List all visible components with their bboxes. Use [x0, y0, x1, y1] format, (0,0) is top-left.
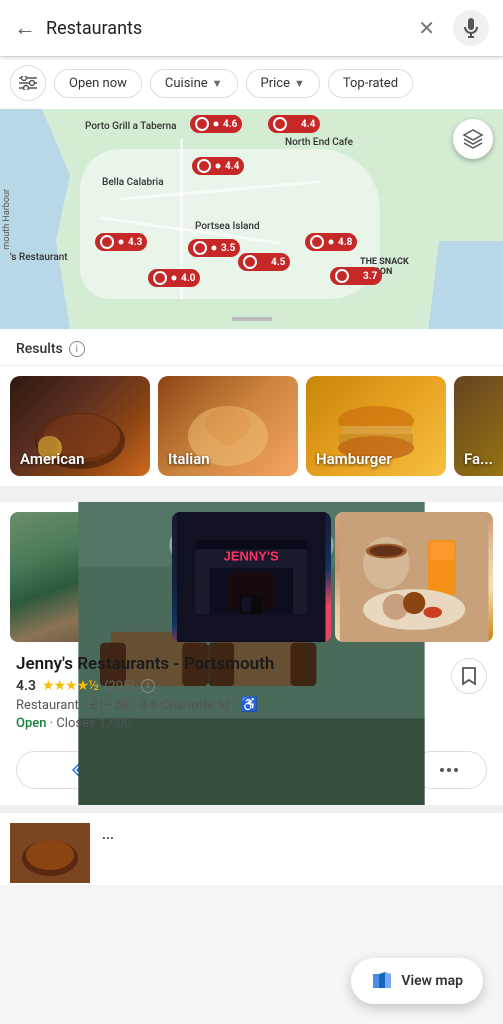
restaurant-meta: Restaurant · £1–20 · 4-6 Charlotte St · …: [16, 697, 487, 713]
filter-top-rated[interactable]: Top-rated: [328, 69, 413, 98]
category-label-hamburger: Hamburger: [316, 450, 392, 468]
restaurant-type: Restaurant: [16, 698, 79, 713]
mic-button[interactable]: [453, 10, 489, 46]
rating-number: 4.3: [16, 678, 36, 694]
restaurant-photos: JENNY'S: [0, 502, 503, 642]
preview-photo: [10, 823, 90, 883]
map-pin[interactable]: 4.4: [192, 157, 244, 175]
map-label-porto-grill: Porto Grill a Taberna: [85, 121, 177, 132]
chevron-down-icon: ▼: [294, 77, 305, 90]
map-pin[interactable]: 4.3: [95, 233, 147, 251]
map-pin[interactable]: 3.5: [188, 239, 240, 257]
map-label-north-end: North End Cafe: [285, 137, 353, 148]
map-pin[interactable]: 4.4: [268, 115, 320, 133]
restaurant-photo-exterior[interactable]: JENNY'S: [172, 512, 330, 642]
restaurant-info: Jenny's Restaurants - Portsmouth 4.3 ★★★…: [0, 642, 503, 743]
svg-text:JENNY'S: JENNY'S: [224, 548, 279, 563]
category-american[interactable]: American: [10, 376, 150, 476]
filter-open-now[interactable]: Open now: [54, 69, 142, 98]
restaurant-photo-interior[interactable]: [10, 512, 168, 642]
restaurant-status: Open · Closes 17:00: [16, 716, 487, 731]
map-pin[interactable]: 4.8: [305, 233, 357, 251]
filter-cuisine[interactable]: Cuisine ▼: [150, 69, 238, 98]
bottom-restaurant-preview[interactable]: ...: [0, 805, 503, 885]
restaurant-price: £1–20: [90, 698, 128, 713]
search-input-container: Restaurants: [46, 18, 408, 39]
category-italian[interactable]: Italian: [158, 376, 298, 476]
map-label-bella: Bella Calabria: [102, 177, 164, 188]
map-pin[interactable]: 4.0: [148, 269, 200, 287]
review-count: (295): [104, 679, 135, 694]
results-info-icon[interactable]: i: [69, 341, 85, 357]
chevron-down-icon: ▼: [212, 77, 223, 90]
view-map-label: View map: [401, 973, 463, 989]
map-pin[interactable]: 4.6: [190, 115, 242, 133]
search-bar: ← Restaurants ✕: [0, 0, 503, 56]
filter-price[interactable]: Price ▼: [246, 69, 320, 98]
search-query[interactable]: Restaurants: [46, 18, 408, 39]
category-label-italian: Italian: [168, 450, 210, 468]
preview-info: ...: [94, 823, 493, 875]
category-scroll: American Italian Hamburger Fa...: [0, 366, 503, 494]
category-hamburger[interactable]: Hamburger: [306, 376, 446, 476]
restaurant-name: Jenny's Restaurants - Portsmouth: [16, 654, 487, 674]
map-label-restaurant: 's Restaurant: [10, 252, 68, 263]
category-label-fastfood: Fa...: [464, 450, 493, 468]
filter-settings-button[interactable]: [10, 65, 46, 101]
restaurant-photo-food[interactable]: [335, 512, 493, 642]
filter-bar: Open now Cuisine ▼ Price ▼ Top-rated: [0, 56, 503, 109]
category-fastfood[interactable]: Fa...: [454, 376, 503, 476]
accessibility-icon: ♿: [241, 697, 258, 713]
status-close-time: Closes 17:00: [56, 716, 131, 731]
map-label-portsea: Portsea Island: [195, 221, 260, 232]
restaurant-address: 4-6 Charlotte St: [140, 698, 230, 713]
star-rating: ★★★★½: [42, 678, 98, 694]
bookmark-button[interactable]: [451, 658, 487, 694]
results-header: Results i: [0, 329, 503, 366]
restaurant-rating-row: 4.3 ★★★★½ (295) i: [16, 678, 487, 694]
status-open: Open: [16, 716, 46, 731]
category-label-american: American: [20, 450, 84, 468]
map-view[interactable]: Porto Grill a Taberna North End Cafe Bel…: [0, 109, 503, 329]
map-label-harbour: mouth Harbour: [2, 189, 12, 250]
view-map-button[interactable]: View map: [351, 958, 483, 1004]
map-drag-handle[interactable]: [232, 317, 272, 321]
preview-name: ...: [102, 827, 485, 843]
results-label: Results: [16, 341, 63, 357]
restaurant-card: JENNY'S: [0, 494, 503, 805]
map-pin[interactable]: 4.5: [238, 253, 290, 271]
map-pin[interactable]: 3.7: [330, 267, 382, 285]
rating-info-icon[interactable]: i: [141, 679, 155, 693]
clear-button[interactable]: ✕: [418, 16, 435, 40]
map-layers-button[interactable]: [453, 119, 493, 159]
back-button[interactable]: ←: [14, 15, 36, 41]
map-water-right: [423, 241, 503, 329]
